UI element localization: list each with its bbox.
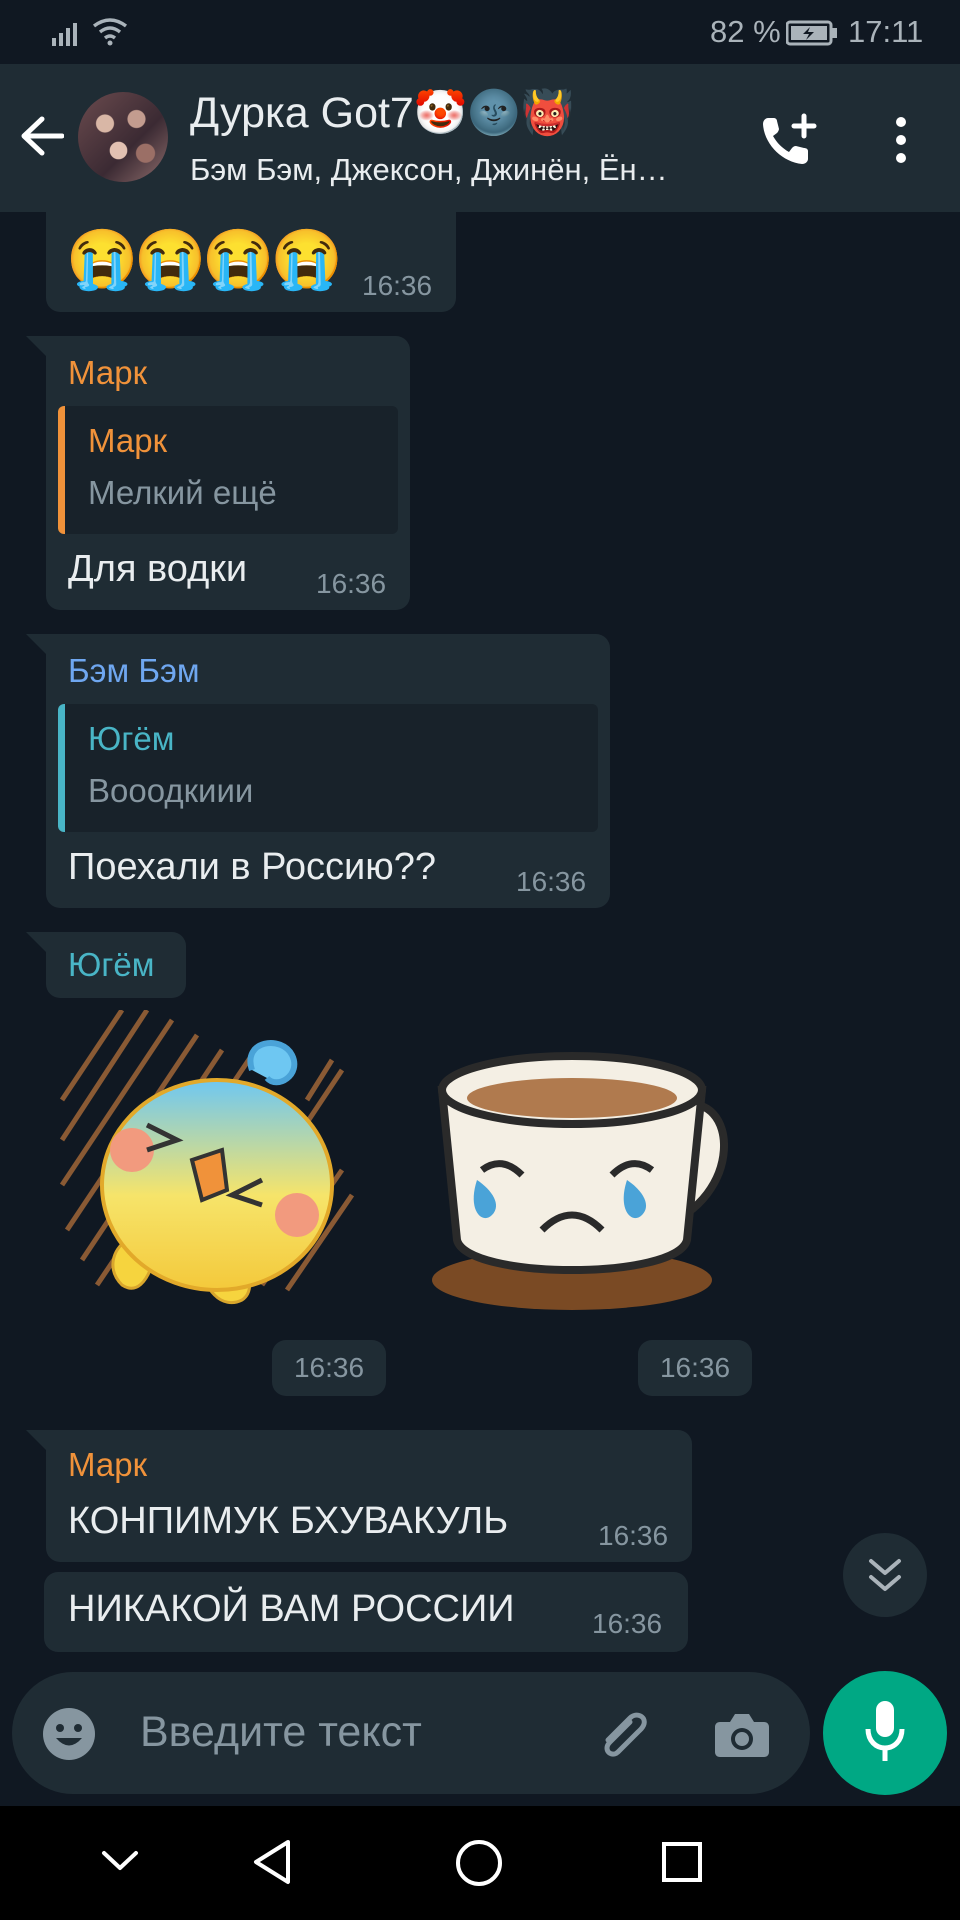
chat-header: Дурка Got7🤡🌚👹 Бэм Бэм, Джексон, Джинён, …: [0, 64, 960, 212]
reply-quote[interactable]: Югём Вооодкиии: [58, 704, 598, 832]
reply-author: Марк: [88, 422, 168, 459]
status-bar: 82 % 17:11: [0, 0, 960, 64]
sticker-crying-blob[interactable]: [52, 1010, 382, 1330]
bubble-tail: [26, 932, 48, 954]
message-input-bar[interactable]: Введите текст: [12, 1672, 810, 1794]
message-bubble[interactable]: Марк Марк Мелкий ещё Для водки 16:36: [46, 336, 410, 610]
reply-quote[interactable]: Марк Мелкий ещё: [58, 406, 398, 534]
message-bubble[interactable]: Бэм Бэм Югём Вооодкиии Поехали в Россию?…: [46, 634, 610, 908]
wifi-icon: [92, 18, 128, 46]
clock: 17:11: [848, 14, 924, 49]
message-text: Для водки: [68, 548, 248, 590]
message-emoji: 😭😭😭😭: [66, 227, 343, 292]
camera-icon[interactable]: [714, 1710, 770, 1758]
sticker-time: 16:36: [638, 1340, 752, 1396]
message-bubble[interactable]: НИКАКОЙ ВАМ РОССИИ 16:36: [44, 1572, 688, 1652]
message-text: КОНПИМУК БХУВАКУЛЬ: [68, 1500, 509, 1542]
emoji-icon[interactable]: [42, 1707, 96, 1761]
voice-record-button[interactable]: [823, 1671, 947, 1795]
sender-name[interactable]: Бэм Бэм: [68, 652, 200, 690]
message-time: 16:36: [592, 1608, 663, 1639]
system-navigation-bar: [0, 1806, 960, 1920]
group-avatar[interactable]: [78, 92, 168, 182]
bubble-tail: [26, 634, 48, 656]
bubble-tail: [26, 1430, 48, 1452]
sender-name[interactable]: Югём: [68, 946, 154, 984]
hide-keyboard-icon[interactable]: [100, 1848, 140, 1874]
message-time: 16:36: [516, 866, 587, 897]
message-time: 16:36: [316, 568, 387, 599]
back-arrow-icon[interactable]: [20, 116, 64, 156]
message-bubble[interactable]: 😭😭😭😭 16:36: [46, 196, 456, 312]
sticker-time: 16:36: [272, 1340, 386, 1396]
chat-members[interactable]: Бэм Бэм, Джексон, Джинён, Ён…: [190, 152, 668, 188]
sticker-crying-cup[interactable]: [422, 1050, 752, 1320]
reply-author: Югём: [88, 720, 175, 757]
microphone-icon: [865, 1701, 905, 1761]
battery-charging-icon: [786, 20, 837, 46]
home-circle-icon[interactable]: [454, 1838, 504, 1888]
more-options-icon[interactable]: [894, 116, 908, 164]
sender-name[interactable]: Марк: [68, 354, 147, 392]
back-triangle-icon[interactable]: [250, 1838, 294, 1886]
message-bubble[interactable]: Марк КОНПИМУК БХУВАКУЛЬ 16:36: [46, 1430, 692, 1562]
message-input[interactable]: Введите текст: [140, 1708, 422, 1757]
message-text: НИКАКОЙ ВАМ РОССИИ: [68, 1588, 515, 1630]
battery-percent: 82 %: [710, 14, 781, 49]
double-chevron-down-icon: [869, 1559, 901, 1591]
recents-square-icon[interactable]: [660, 1840, 704, 1884]
reply-bar: [58, 406, 65, 534]
bubble-tail: [26, 336, 48, 358]
reply-bar: [58, 704, 65, 832]
sender-name[interactable]: Марк: [68, 1446, 147, 1484]
chat-title[interactable]: Дурка Got7🤡🌚👹: [190, 88, 574, 138]
scroll-to-bottom-button[interactable]: [843, 1533, 927, 1617]
attach-icon[interactable]: [596, 1706, 656, 1762]
signal-icon: [52, 23, 77, 46]
message-text: Поехали в Россию??: [68, 846, 436, 888]
sender-bubble[interactable]: Югём: [46, 932, 186, 998]
reply-text: Вооодкиии: [88, 772, 254, 809]
add-call-icon[interactable]: [760, 112, 820, 168]
message-time: 16:36: [598, 1520, 669, 1551]
reply-text: Мелкий ещё: [88, 474, 277, 511]
message-time: 16:36: [362, 270, 433, 301]
